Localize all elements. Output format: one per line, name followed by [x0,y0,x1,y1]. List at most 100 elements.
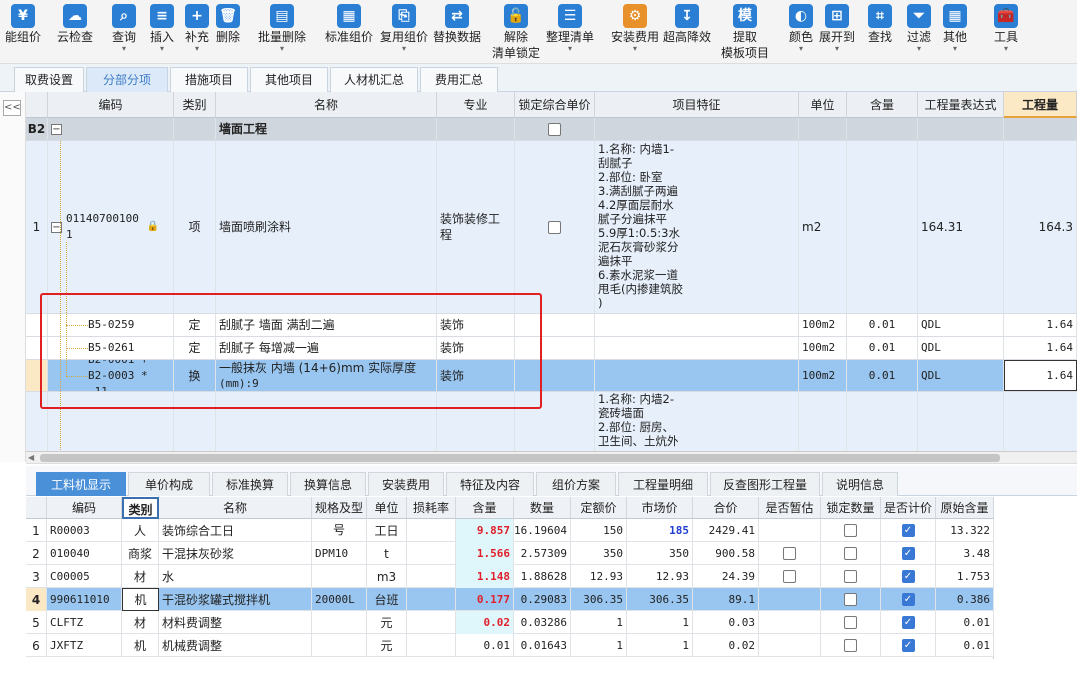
resource-estimate[interactable] [759,634,821,657]
section-row[interactable]: B2− 墙面工程 [26,118,1077,141]
checkbox[interactable] [844,639,857,652]
resource-market-price[interactable]: 306.35 [627,588,693,611]
checkbox-checked[interactable]: ✓ [901,593,915,606]
resource-estimate[interactable] [759,588,821,611]
scroll-thumb[interactable] [40,454,1000,462]
resource-content[interactable]: 1.148 [456,565,514,588]
checkbox[interactable] [844,570,857,583]
resource-market-price[interactable]: 12.93 [627,565,693,588]
resource-row-2[interactable]: 3 C00005 材水 m3 1.148 1.88628 12.93 12.93 24.39 ✓ 1… [26,565,994,588]
checkbox[interactable] [783,547,796,560]
resource-priced[interactable]: ✓ [881,611,936,634]
grid2-header-5[interactable]: 单位 [367,497,407,519]
scroll-left-icon[interactable]: ◀ [28,453,34,462]
item-lock[interactable] [515,141,595,313]
grid1-header-7[interactable]: 含量 [847,92,918,118]
resource-row-0[interactable]: 1 R00003 人装饰综合工日 工日 9.857 16.19604 150 185 2429.… [26,519,994,542]
grid2-header-10[interactable]: 市场价 [627,497,693,519]
collapse-minus-icon[interactable]: − [51,123,62,135]
detail-tab-4[interactable]: 安装费用 [368,472,444,496]
grid2-header-1[interactable]: 编码 [47,497,122,519]
checkbox[interactable] [844,616,857,629]
grid2-header-14[interactable]: 是否计价 [881,497,936,519]
resource-lock[interactable] [821,519,881,542]
checkbox-checked[interactable]: ✓ [901,639,915,652]
resource-lock[interactable] [821,542,881,565]
detail-tab-1[interactable]: 单价构成 [128,472,210,496]
grid1-header-9[interactable]: 工程量 [1004,92,1077,118]
toolbar-button-16[interactable]: ⊞ 展开到 ▾ [811,0,863,62]
checkbox[interactable] [844,593,857,606]
grid2-header-3[interactable]: 名称 [159,497,312,519]
checkbox-checked[interactable]: ✓ [901,570,915,583]
resource-lock[interactable] [821,588,881,611]
section-toggle[interactable]: − [48,118,174,140]
resource-priced[interactable]: ✓ [881,565,936,588]
toolbar-button-9[interactable]: ⇄ 替换数据 [425,0,489,62]
detail-tab-8[interactable]: 反查图形工程量 [710,472,820,496]
resource-priced[interactable]: ✓ [881,588,936,611]
grid2-header-13[interactable]: 锁定数量 [821,497,881,519]
checkbox[interactable] [783,570,796,583]
grid2-header-7[interactable]: 含量 [456,497,514,519]
toolbar-button-14[interactable]: 模提取 模板项目 [709,0,781,62]
checkbox-checked[interactable]: ✓ [901,547,915,560]
checkbox[interactable] [844,524,857,537]
toolbar-button-5[interactable]: 🗑 删除 [210,0,246,62]
detail-tab-5[interactable]: 特征及内容 [446,472,534,496]
toolbar-button-20[interactable]: 🧰 工具 ▾ [984,0,1028,62]
checkbox[interactable] [548,220,561,234]
resource-estimate[interactable] [759,519,821,542]
detail-tab-0[interactable]: 工料机显示 [36,472,126,496]
resource-content[interactable]: 0.01 [456,634,514,657]
grid1-header-8[interactable]: 工程量表达式 [918,92,1004,118]
grid1-header-5[interactable]: 项目特征 [595,92,799,118]
grid1-header-2[interactable]: 名称 [216,92,437,118]
grid2-header-0[interactable] [26,497,47,519]
resource-row-1[interactable]: 2 010040 商浆 干混抹灰砂浆 DPM10 t 1.566 2.57309 350 350 9… [26,542,994,565]
sub-row-1[interactable]: B5-0261 定刮腻子 每增减一遍 装饰 100m2 0.01 QDL 1.64 [26,337,1077,360]
grid1-header-0[interactable]: 编码 [48,92,174,118]
toolbar-button-19[interactable]: ▦ 其他 ▾ [932,0,978,62]
resource-priced[interactable]: ✓ [881,519,936,542]
grid1-header-4[interactable]: 锁定综合单价 [515,92,595,118]
sub-row-2[interactable]: B2-0001 +B2-0003 * -11换一般抹灰 内墙 (14+6)mm … [26,360,1077,392]
toolbar-button-11[interactable]: ☰ 整理清单 ▾ [537,0,603,62]
resource-content[interactable]: 9.857 [456,519,514,542]
checkbox[interactable] [548,122,561,136]
tab-5[interactable]: 费用汇总 [420,67,498,92]
grid2-header-8[interactable]: 数量 [514,497,571,519]
grid2-header-12[interactable]: 是否暂估 [759,497,821,519]
grid2-header-15[interactable]: 原始含量 [936,497,994,519]
sub-qty[interactable]: 1.64 [1004,337,1077,359]
checkbox-checked[interactable]: ✓ [901,524,915,537]
grid1-header-6[interactable]: 单位 [799,92,847,118]
detail-tab-7[interactable]: 工程量明细 [618,472,708,496]
resource-row-5[interactable]: 6 JXFTZ 机机械费调整元 0.01 0.01643 1 1 0.02 ✓ 0.01 [26,634,994,657]
resource-row-4[interactable]: 5 CLFTZ 材材料费调整元 0.02 0.03286 1 1 0.03 ✓ 0.01 [26,611,994,634]
grid2-header-11[interactable]: 合价 [693,497,759,519]
grid2-header-2[interactable]: 类别 [122,497,159,519]
resource-row-3[interactable]: 4 990611010 机干混砂浆罐式搅拌机 20000L 台班 0.177 0.29083… [26,588,994,611]
checkbox-checked[interactable]: ✓ [901,616,915,629]
resource-market-price[interactable]: 1 [627,611,693,634]
detail-tab-6[interactable]: 组价方案 [536,472,616,496]
tab-2[interactable]: 措施项目 [170,67,248,92]
sub-row-0[interactable]: B5-0259 定刮腻子 墙面 满刮二遍 装饰 100m2 0.01 QDL 1.64 [26,314,1077,337]
resource-lock[interactable] [821,611,881,634]
resource-market-price[interactable]: 1 [627,634,693,657]
tab-0[interactable]: 取费设置 [14,67,84,92]
resource-priced[interactable]: ✓ [881,542,936,565]
grid1-header-3[interactable]: 专业 [437,92,515,118]
sub-qty[interactable]: 1.64 [1004,314,1077,336]
resource-priced[interactable]: ✓ [881,634,936,657]
resource-content[interactable]: 0.177 [456,588,514,611]
toolbar-button-6[interactable]: ▤ 批量删除 ▾ [247,0,317,62]
resource-market-price[interactable]: 185 [627,519,693,542]
checkbox[interactable] [844,547,857,560]
grid2-header-9[interactable]: 定额价 [571,497,627,519]
resource-estimate[interactable] [759,542,821,565]
grid1-header-1[interactable]: 类别 [174,92,216,118]
tab-1[interactable]: 分部分项 [86,67,168,92]
resource-lock[interactable] [821,565,881,588]
